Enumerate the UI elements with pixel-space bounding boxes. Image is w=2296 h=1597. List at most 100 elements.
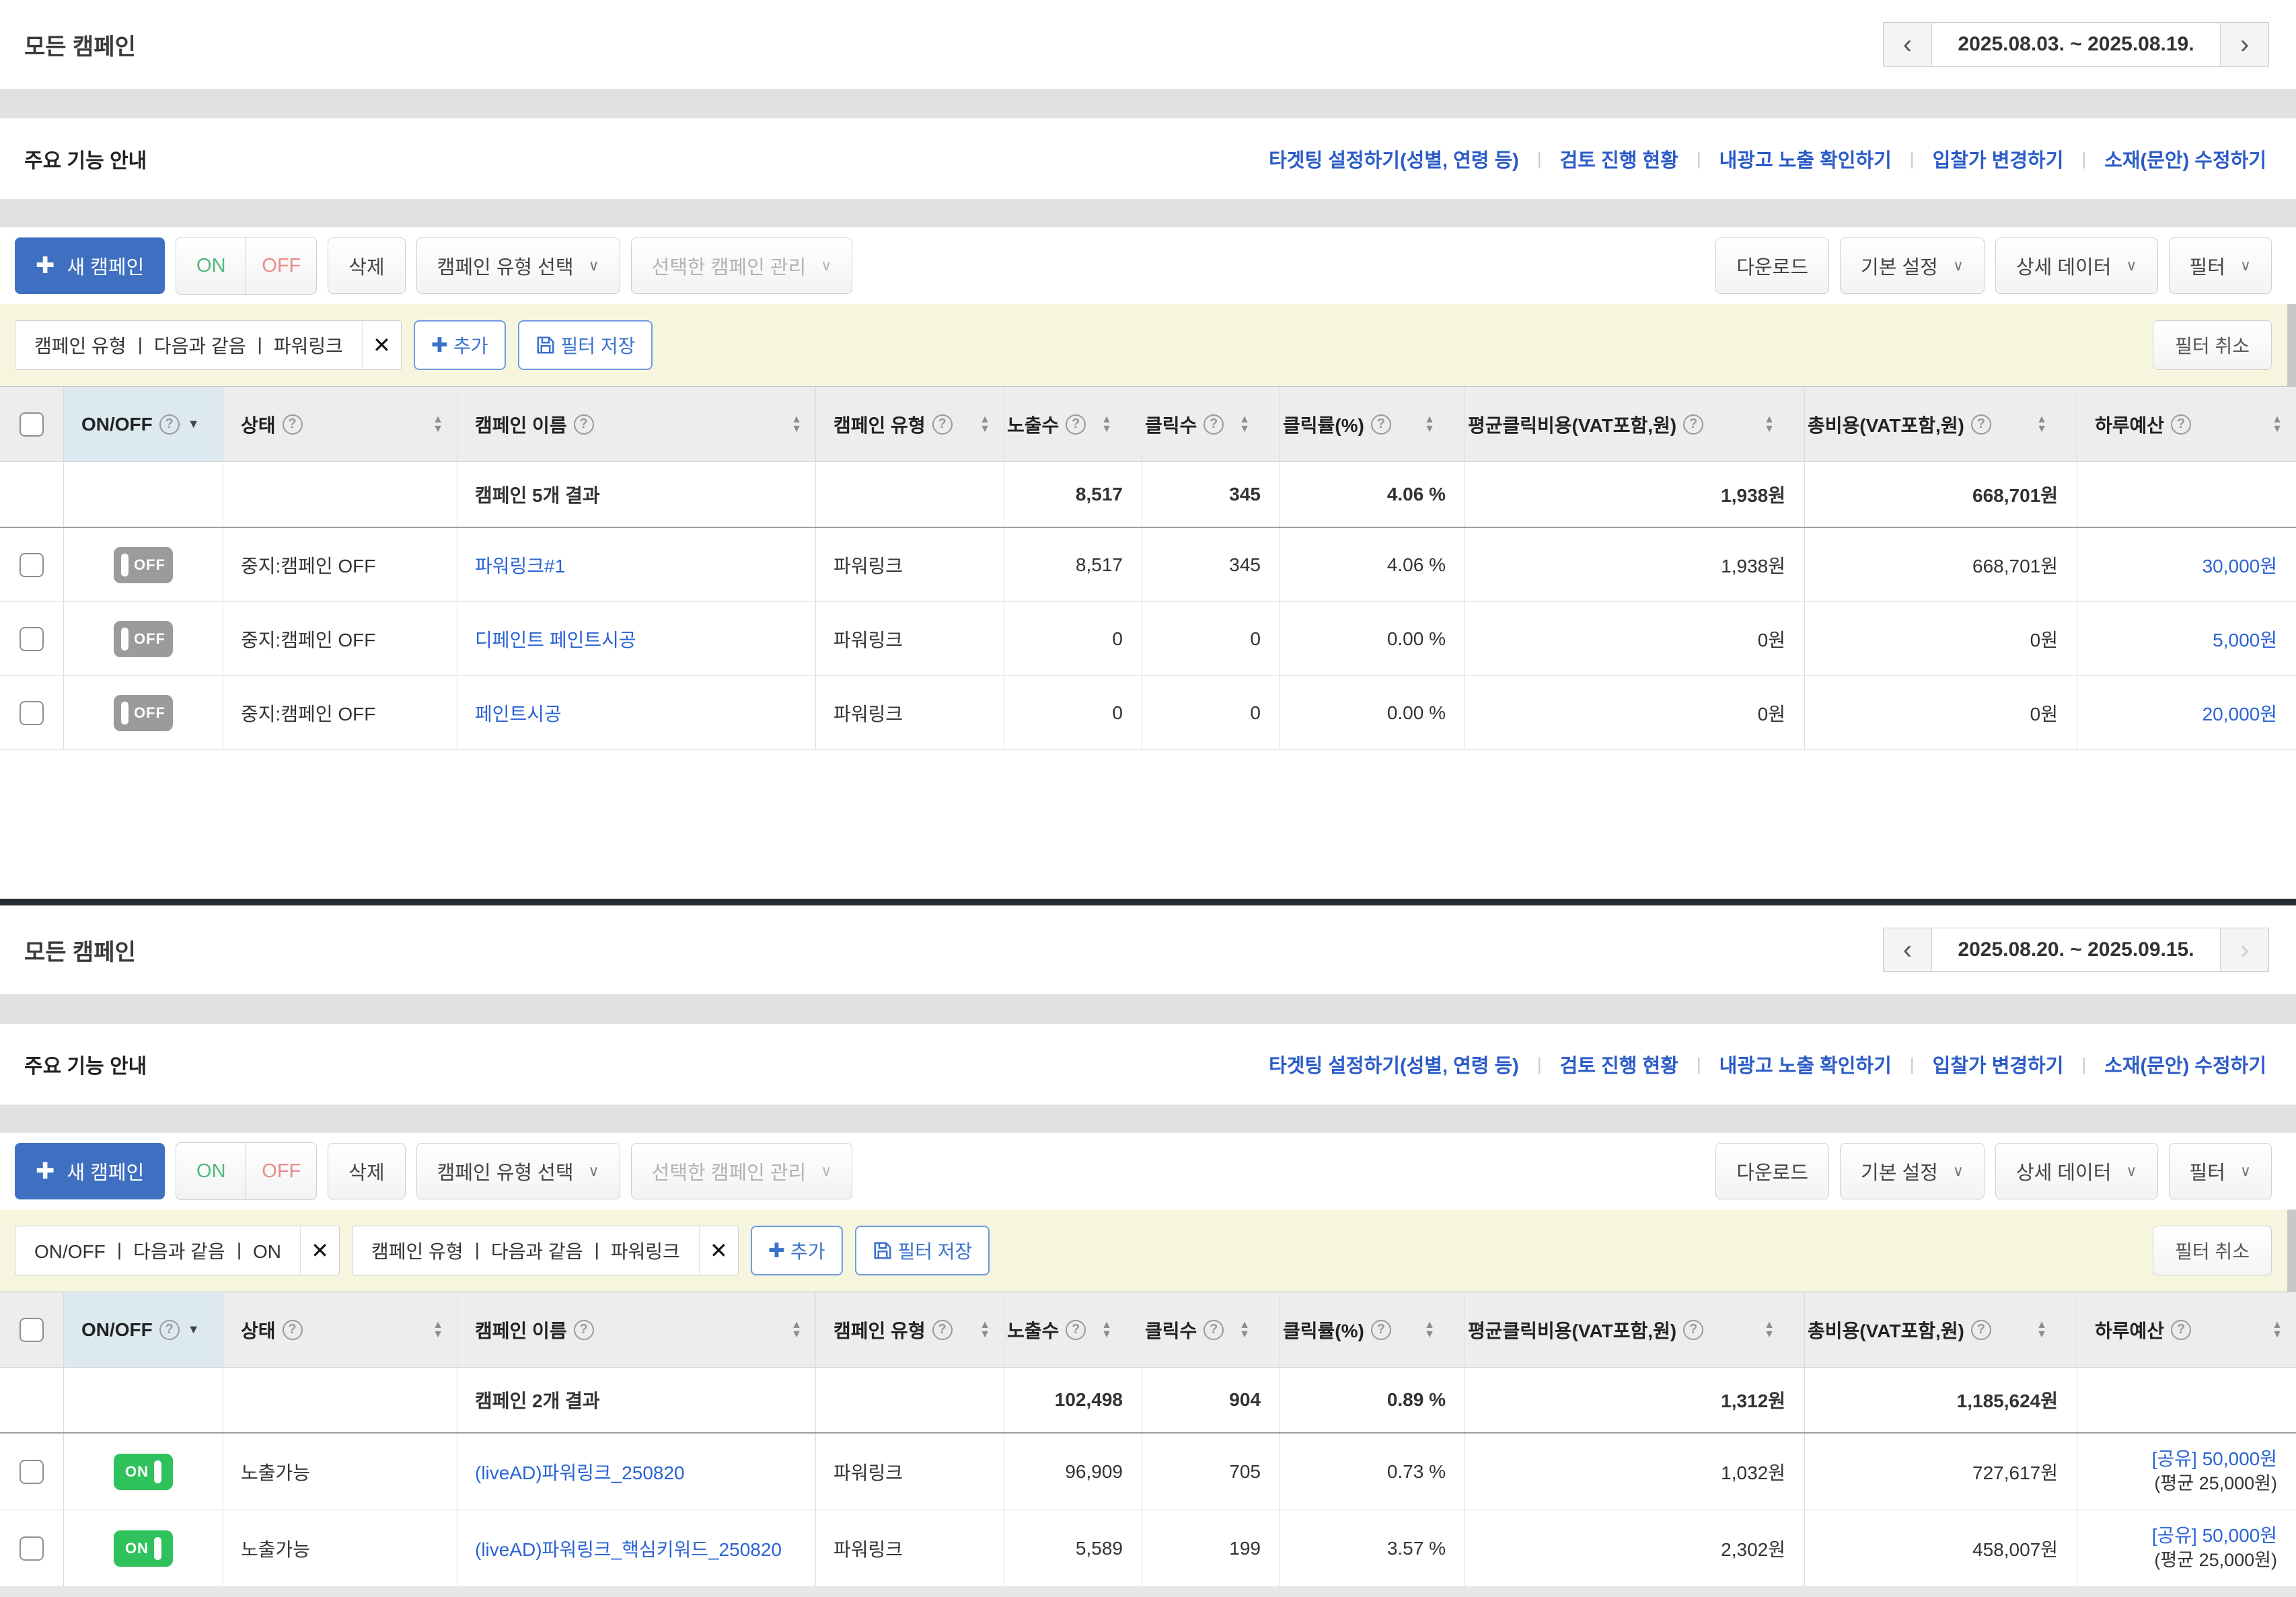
campaign-name-link[interactable]: 파워링크#1 xyxy=(475,552,565,579)
save-filter-button[interactable]: 필터 저장 xyxy=(855,1226,990,1275)
sort-icon[interactable]: ▲▼ xyxy=(1424,1321,1435,1339)
manage-selected-button[interactable]: 선택한 캠페인 관리∨ xyxy=(631,1143,853,1199)
sort-icon[interactable]: ▲▼ xyxy=(791,1321,802,1339)
select-all-checkbox[interactable] xyxy=(20,412,44,437)
sort-icon[interactable]: ▲▼ xyxy=(1101,1321,1112,1339)
add-filter-button[interactable]: ✚추가 xyxy=(751,1226,843,1275)
bulk-off-button[interactable]: OFF xyxy=(246,1143,316,1199)
help-icon[interactable]: ? xyxy=(574,1320,594,1340)
new-campaign-button[interactable]: ✚새 캠페인 xyxy=(15,237,165,294)
date-range-value[interactable]: 2025.08.20. ~ 2025.09.15. xyxy=(1932,928,2220,971)
campaign-type-select[interactable]: 캠페인 유형 선택∨ xyxy=(416,1143,620,1199)
remove-filter-icon[interactable]: ✕ xyxy=(362,321,401,369)
campaign-toggle[interactable]: ON xyxy=(114,1530,173,1567)
help-icon[interactable]: ? xyxy=(932,1320,953,1340)
help-icon[interactable]: ? xyxy=(1066,414,1086,435)
select-all-checkbox[interactable] xyxy=(20,1318,44,1342)
sort-icon[interactable]: ▲▼ xyxy=(1764,1321,1775,1339)
help-icon[interactable]: ? xyxy=(1371,1320,1391,1340)
delete-button[interactable]: 삭제 xyxy=(328,1143,405,1199)
help-icon[interactable]: ? xyxy=(1683,414,1703,435)
delete-button[interactable]: 삭제 xyxy=(328,237,405,294)
basic-settings-button[interactable]: 기본 설정∨ xyxy=(1840,237,1985,294)
help-icon[interactable]: ? xyxy=(283,1320,303,1340)
sort-icon[interactable]: ▲▼ xyxy=(1239,415,1250,434)
help-icon[interactable]: ? xyxy=(1971,414,1991,435)
save-filter-button[interactable]: 필터 저장 xyxy=(518,320,653,370)
daily-budget-link[interactable]: [공유] 50,000원 xyxy=(2152,1449,2277,1470)
basic-settings-button[interactable]: 기본 설정∨ xyxy=(1840,1143,1985,1199)
next-date-button[interactable]: › xyxy=(2220,23,2268,66)
campaign-name-link[interactable]: (liveAD)파워링크_250820 xyxy=(475,1458,685,1485)
daily-budget-link[interactable]: 5,000원 xyxy=(2213,626,2277,653)
row-checkbox[interactable] xyxy=(20,1460,44,1484)
link-change-bid[interactable]: 입찰가 변경하기 xyxy=(1933,1050,2064,1078)
download-button[interactable]: 다운로드 xyxy=(1715,1143,1829,1199)
help-icon[interactable]: ? xyxy=(159,414,180,435)
filter-button[interactable]: 필터∨ xyxy=(2169,237,2272,294)
sort-icon[interactable]: ▲▼ xyxy=(1764,415,1775,434)
detail-data-button[interactable]: 상세 데이터∨ xyxy=(1995,1143,2158,1199)
help-icon[interactable]: ? xyxy=(159,1320,180,1340)
remove-filter-icon[interactable]: ✕ xyxy=(699,1226,738,1275)
manage-selected-button[interactable]: 선택한 캠페인 관리∨ xyxy=(631,237,853,294)
campaign-toggle[interactable]: OFF xyxy=(114,695,173,731)
sort-icon[interactable]: ▲▼ xyxy=(2036,415,2047,434)
daily-budget-link[interactable]: 20,000원 xyxy=(2202,700,2277,727)
add-filter-button[interactable]: ✚추가 xyxy=(414,320,506,370)
sort-icon[interactable]: ▲▼ xyxy=(2272,1321,2283,1339)
sort-icon[interactable]: ▲▼ xyxy=(2272,415,2283,434)
bulk-on-button[interactable]: ON xyxy=(176,1143,246,1199)
download-button[interactable]: 다운로드 xyxy=(1715,237,1829,294)
date-range-value[interactable]: 2025.08.03. ~ 2025.08.19. xyxy=(1932,23,2220,66)
filter-button[interactable]: 필터∨ xyxy=(2169,1143,2272,1199)
sort-icon[interactable]: ▲▼ xyxy=(979,1321,990,1339)
row-checkbox[interactable] xyxy=(20,701,44,725)
sort-icon[interactable]: ▲▼ xyxy=(2036,1321,2047,1339)
caret-down-icon[interactable]: ▼ xyxy=(188,417,200,431)
scrollbar-thumb[interactable] xyxy=(2287,1210,2296,1292)
help-icon[interactable]: ? xyxy=(1203,1320,1224,1340)
row-checkbox[interactable] xyxy=(20,627,44,651)
sort-icon[interactable]: ▲▼ xyxy=(1101,415,1112,434)
help-icon[interactable]: ? xyxy=(932,414,953,435)
campaign-name-link[interactable]: 디페인트 페인트시공 xyxy=(475,626,636,653)
new-campaign-button[interactable]: ✚새 캠페인 xyxy=(15,1143,165,1199)
link-ad-exposure[interactable]: 내광고 노출 확인하기 xyxy=(1719,145,1892,173)
prev-date-button[interactable]: ‹ xyxy=(1884,928,1932,971)
link-review-status[interactable]: 검토 진행 현황 xyxy=(1560,145,1678,173)
daily-budget-link[interactable]: 30,000원 xyxy=(2202,552,2277,579)
help-icon[interactable]: ? xyxy=(283,414,303,435)
campaign-name-link[interactable]: (liveAD)파워링크_핵심키워드_250820 xyxy=(475,1535,782,1562)
link-edit-creative[interactable]: 소재(문안) 수정하기 xyxy=(2104,145,2266,173)
sort-icon[interactable]: ▲▼ xyxy=(979,415,990,434)
campaign-name-link[interactable]: 페인트시공 xyxy=(475,700,562,727)
cancel-filter-button[interactable]: 필터 취소 xyxy=(2153,1226,2272,1275)
link-review-status[interactable]: 검토 진행 현황 xyxy=(1560,1050,1678,1078)
prev-date-button[interactable]: ‹ xyxy=(1884,23,1932,66)
sort-icon[interactable]: ▲▼ xyxy=(433,415,443,434)
row-checkbox[interactable] xyxy=(20,553,44,577)
scrollbar-thumb[interactable] xyxy=(2287,304,2296,386)
campaign-toggle[interactable]: OFF xyxy=(114,547,173,583)
detail-data-button[interactable]: 상세 데이터∨ xyxy=(1995,237,2158,294)
help-icon[interactable]: ? xyxy=(574,414,594,435)
daily-budget-link[interactable]: [공유] 50,000원 xyxy=(2152,1526,2277,1547)
bulk-off-button[interactable]: OFF xyxy=(246,237,316,294)
link-edit-creative[interactable]: 소재(문안) 수정하기 xyxy=(2104,1050,2266,1078)
cancel-filter-button[interactable]: 필터 취소 xyxy=(2153,320,2272,370)
sort-icon[interactable]: ▲▼ xyxy=(433,1321,443,1339)
link-targeting[interactable]: 타겟팅 설정하기(성별, 연령 등) xyxy=(1269,145,1519,173)
link-ad-exposure[interactable]: 내광고 노출 확인하기 xyxy=(1719,1050,1892,1078)
remove-filter-icon[interactable]: ✕ xyxy=(300,1226,339,1275)
sort-icon[interactable]: ▲▼ xyxy=(791,415,802,434)
campaign-type-select[interactable]: 캠페인 유형 선택∨ xyxy=(416,237,620,294)
help-icon[interactable]: ? xyxy=(1371,414,1391,435)
help-icon[interactable]: ? xyxy=(2171,414,2191,435)
help-icon[interactable]: ? xyxy=(2171,1320,2191,1340)
campaign-toggle[interactable]: ON xyxy=(114,1454,173,1490)
bulk-on-button[interactable]: ON xyxy=(176,237,246,294)
link-targeting[interactable]: 타겟팅 설정하기(성별, 연령 등) xyxy=(1269,1050,1519,1078)
help-icon[interactable]: ? xyxy=(1066,1320,1086,1340)
help-icon[interactable]: ? xyxy=(1971,1320,1991,1340)
